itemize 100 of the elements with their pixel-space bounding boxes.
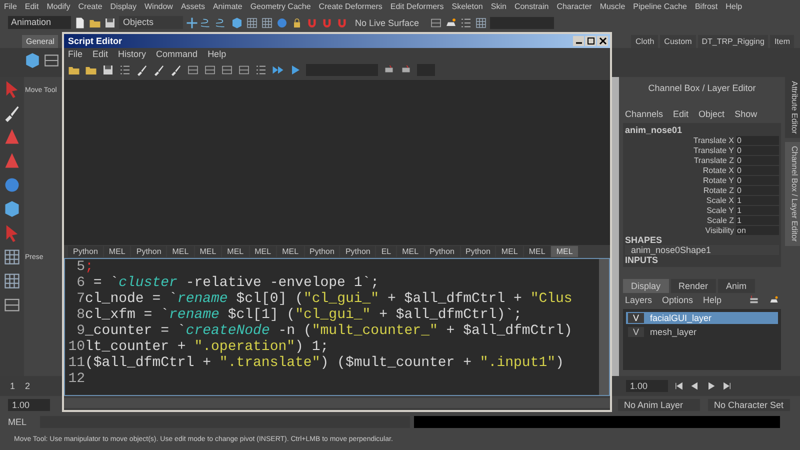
menu-item[interactable]: Channels	[625, 109, 664, 119]
brush-icon[interactable]	[136, 64, 148, 76]
channel-value-field[interactable]: 1	[736, 216, 779, 224]
channel-value-field[interactable]: 0	[736, 166, 779, 174]
layout-icon[interactable]	[3, 296, 21, 314]
menu-item[interactable]: Command	[156, 49, 198, 59]
script-tab[interactable]: MEL	[524, 246, 550, 257]
menu-item[interactable]: Help	[726, 2, 742, 11]
play-backward-icon[interactable]	[690, 381, 700, 391]
script-tab[interactable]: Python	[304, 246, 340, 257]
menu-item[interactable]: Window	[144, 2, 173, 11]
play-icon[interactable]	[706, 381, 716, 391]
script-tab[interactable]: Python	[131, 246, 166, 257]
layer-row[interactable]: V facialGUI_layer	[626, 312, 778, 324]
layer-tab[interactable]: Render	[670, 279, 716, 293]
code-editor[interactable]	[64, 258, 610, 396]
script-tab[interactable]: MEL	[194, 246, 222, 257]
channel-name[interactable]: Scale X	[625, 196, 736, 204]
minimize-button[interactable]	[573, 36, 584, 46]
script-tab[interactable]: Python	[68, 246, 103, 257]
menu-item[interactable]: Edit	[673, 109, 689, 119]
menu-item[interactable]: Create	[78, 2, 102, 11]
channel-name[interactable]: Rotate Y	[625, 176, 736, 184]
anim-layer-dropdown[interactable]: No Anim Layer	[618, 398, 700, 410]
move-icon[interactable]	[186, 16, 198, 28]
script-tab[interactable]: MEL	[104, 246, 130, 257]
script-tab[interactable]: Python	[460, 246, 496, 257]
scrollbar[interactable]	[64, 398, 610, 408]
channel-name[interactable]: Rotate Z	[625, 186, 736, 194]
shelf-tab[interactable]: Cloth	[631, 35, 658, 48]
cube-icon[interactable]	[3, 200, 21, 218]
grid-icon[interactable]	[475, 16, 488, 28]
channel-name[interactable]: Translate Z	[625, 156, 736, 164]
shape-node[interactable]: anim_nose0Shape1	[625, 245, 779, 255]
cube-icon[interactable]	[231, 16, 243, 28]
script-tab[interactable]: Python	[340, 246, 376, 257]
script-tab[interactable]: MEL	[397, 246, 424, 257]
menu-item[interactable]: Help	[208, 49, 226, 59]
brush-icon[interactable]	[170, 64, 182, 76]
channel-name[interactable]: Visibility	[625, 226, 736, 234]
save-icon[interactable]	[104, 16, 116, 28]
layer-tab[interactable]: Display	[623, 279, 669, 293]
shelf-tab[interactable]: DT_TRP_Rigging	[698, 35, 768, 48]
channel-name[interactable]: Rotate X	[625, 166, 736, 174]
menu-item[interactable]: Options	[662, 295, 694, 305]
layer-tab[interactable]: Anim	[718, 279, 755, 293]
skip-end-icon[interactable]	[722, 381, 732, 391]
shelf-tab[interactable]: Item	[770, 35, 794, 48]
channel-name[interactable]: Scale Y	[625, 206, 736, 214]
channel-value-field[interactable]: 0	[736, 136, 779, 144]
menu-item[interactable]: File	[4, 2, 17, 11]
script-tab[interactable]: MEL	[167, 246, 194, 257]
scrollbar[interactable]	[599, 259, 609, 395]
script-tab[interactable]: MEL	[496, 246, 523, 257]
list-icon[interactable]	[255, 64, 267, 76]
visibility-toggle[interactable]: V	[628, 313, 644, 323]
channel-value-field[interactable]: 0	[736, 156, 779, 164]
channel-name[interactable]: Scale Z	[625, 216, 736, 224]
script-tab[interactable]: Python	[424, 246, 460, 257]
grid-icon[interactable]	[261, 16, 273, 28]
shelf-tab[interactable]: Custom	[660, 35, 696, 48]
script-tab[interactable]: EL	[376, 246, 396, 257]
script-tab[interactable]: MEL	[250, 246, 276, 257]
menu-item[interactable]: History	[118, 49, 146, 59]
grid-icon[interactable]	[246, 16, 258, 28]
script-tab[interactable]: MEL	[551, 246, 578, 257]
layer-row[interactable]: V mesh_layer	[626, 326, 778, 338]
menu-item[interactable]: Edit Deformers	[390, 2, 444, 11]
command-language-button[interactable]: MEL	[8, 417, 36, 427]
section-header[interactable]: INPUTS	[625, 255, 779, 265]
visibility-toggle[interactable]: V	[628, 327, 644, 337]
input-field[interactable]	[490, 16, 554, 28]
menu-item[interactable]: Modify	[46, 2, 70, 11]
current-time-field[interactable]: 1.00	[626, 380, 668, 392]
menu-item[interactable]: Help	[703, 295, 722, 305]
menu-item[interactable]: Character	[556, 2, 592, 11]
channel-name[interactable]: Translate X	[625, 136, 736, 144]
node-name[interactable]: anim_nose01	[625, 125, 779, 135]
grid-icon[interactable]	[3, 272, 21, 290]
channel-value-field[interactable]: on	[736, 226, 779, 234]
side-tab[interactable]: Channel Box / Layer Editor	[785, 142, 800, 246]
channel-value-field[interactable]: 0	[736, 176, 779, 184]
character-set-dropdown[interactable]: No Character Set	[708, 398, 790, 410]
script-tab[interactable]: MEL	[277, 246, 304, 257]
cube-icon[interactable]	[24, 52, 41, 69]
menu-item[interactable]: Bifrost	[694, 2, 718, 11]
menu-item[interactable]: Animate	[212, 2, 242, 11]
menu-item[interactable]: Create Deformers	[318, 2, 382, 11]
brush-icon[interactable]	[3, 104, 21, 122]
menu-item[interactable]: Constrain	[514, 2, 549, 11]
menu-item[interactable]: Geometry Cache	[250, 2, 311, 11]
menu-item[interactable]: Skeleton	[452, 2, 483, 11]
menu-item[interactable]: Muscle	[600, 2, 626, 11]
channel-name[interactable]: Translate Y	[625, 146, 736, 154]
skip-start-icon[interactable]	[674, 381, 684, 391]
channel-value-field[interactable]: 1	[736, 196, 779, 204]
grid-icon[interactable]	[3, 248, 21, 266]
brush-icon[interactable]	[153, 64, 165, 76]
selection-mode-field[interactable]: Objects	[119, 16, 183, 29]
channel-value-field[interactable]: 0	[736, 186, 779, 194]
